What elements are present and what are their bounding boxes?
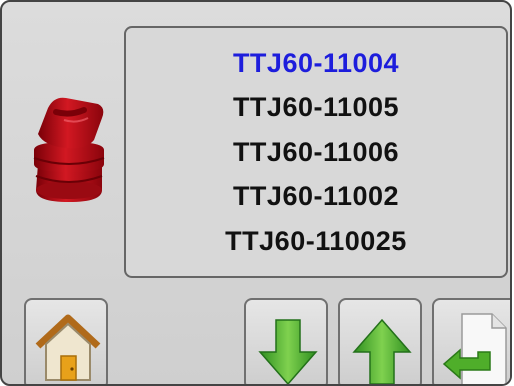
home-button[interactable] [24, 298, 108, 384]
home-icon [35, 314, 101, 381]
arrow-up-icon [352, 318, 412, 384]
nozzle-list: TTJ60-11004 TTJ60-11005 TTJ60-11006 TTJ6… [124, 26, 508, 278]
nozzle-list-item-1[interactable]: TTJ60-11004 [233, 49, 399, 77]
return-document-icon [442, 313, 507, 384]
nozzle-list-item-3[interactable]: TTJ60-11006 [233, 138, 399, 166]
nozzle-list-item-4[interactable]: TTJ60-11002 [233, 183, 399, 210]
nozzle-list-item-2[interactable]: TTJ60-11005 [233, 94, 399, 121]
scroll-up-button[interactable] [338, 298, 422, 384]
spray-nozzle-icon [26, 94, 112, 204]
arrow-down-icon [258, 319, 318, 384]
nozzle-list-item-5[interactable]: TTJ60-110025 [225, 227, 407, 255]
display-screen: TTJ60-11004 TTJ60-11005 TTJ60-11006 TTJ6… [0, 0, 512, 386]
back-button[interactable] [432, 298, 510, 384]
scroll-down-button[interactable] [244, 298, 328, 384]
